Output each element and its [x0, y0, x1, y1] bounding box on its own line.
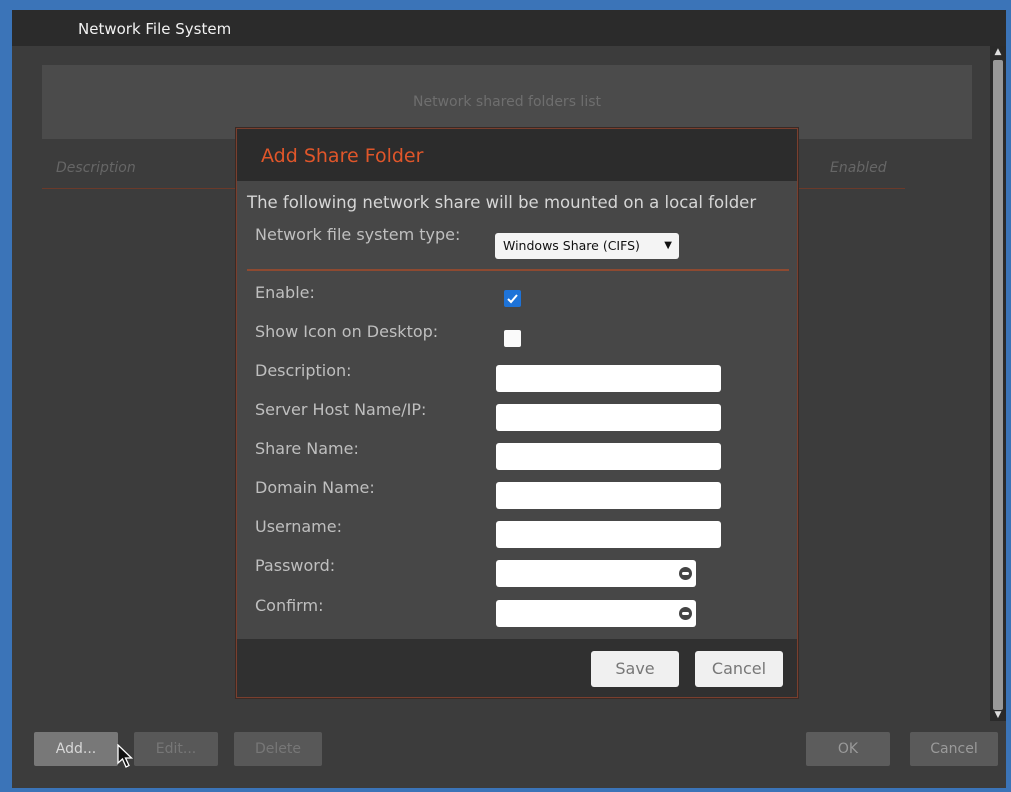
check-icon: [507, 294, 518, 304]
fs-type-select[interactable]: Windows Share (CIFS) ▼: [495, 233, 679, 259]
window-titlebar[interactable]: Network File System: [12, 10, 1006, 46]
add-button[interactable]: Add...: [34, 732, 118, 766]
arrow-down-icon[interactable]: ▼: [990, 709, 1006, 721]
domain-label: Domain Name:: [255, 478, 375, 497]
delete-button[interactable]: Delete: [234, 732, 322, 766]
share-name-field[interactable]: [496, 443, 721, 470]
column-enabled-header[interactable]: Enabled: [830, 160, 887, 176]
password-label: Password:: [255, 556, 336, 575]
chevron-down-icon: ▼: [664, 240, 672, 251]
host-label: Server Host Name/IP:: [255, 400, 427, 419]
host-field[interactable]: [496, 404, 721, 431]
fs-type-value: Windows Share (CIFS): [503, 238, 640, 253]
enable-label: Enable:: [255, 283, 315, 302]
dialog-header[interactable]: Add Share Folder: [237, 129, 797, 181]
username-field[interactable]: [496, 521, 721, 548]
username-label: Username:: [255, 517, 342, 536]
eye-icon[interactable]: [679, 607, 692, 620]
description-label: Description:: [255, 361, 352, 380]
arrow-up-icon[interactable]: ▲: [990, 46, 1006, 58]
add-share-folder-dialog: Add Share Folder The following network s…: [236, 128, 798, 698]
confirm-label: Confirm:: [255, 596, 324, 615]
window-title: Network File System: [78, 20, 232, 38]
show-icon-checkbox[interactable]: [504, 330, 521, 347]
enable-checkbox[interactable]: [504, 290, 521, 307]
password-field[interactable]: [496, 560, 696, 587]
window-cancel-button[interactable]: Cancel: [910, 732, 998, 766]
ok-button[interactable]: OK: [806, 732, 890, 766]
dialog-separator: [247, 269, 789, 271]
save-button[interactable]: Save: [591, 651, 679, 687]
column-description-header[interactable]: Description: [56, 160, 136, 176]
show-icon-label: Show Icon on Desktop:: [255, 322, 439, 341]
cancel-button[interactable]: Cancel: [695, 651, 783, 687]
domain-field[interactable]: [496, 482, 721, 509]
dialog-footer: Save Cancel: [237, 639, 797, 697]
edit-button[interactable]: Edit...: [134, 732, 218, 766]
mouse-pointer-icon: [117, 744, 134, 768]
description-field[interactable]: [496, 365, 721, 392]
dialog-message: The following network share will be moun…: [247, 193, 757, 212]
confirm-field[interactable]: [496, 600, 696, 627]
scrollbar-thumb[interactable]: [993, 60, 1003, 710]
fs-type-label: Network file system type:: [255, 225, 461, 244]
share-name-label: Share Name:: [255, 439, 359, 458]
vertical-scrollbar[interactable]: ▲ ▼: [990, 46, 1006, 721]
dialog-title: Add Share Folder: [261, 145, 424, 167]
eye-icon[interactable]: [679, 567, 692, 580]
